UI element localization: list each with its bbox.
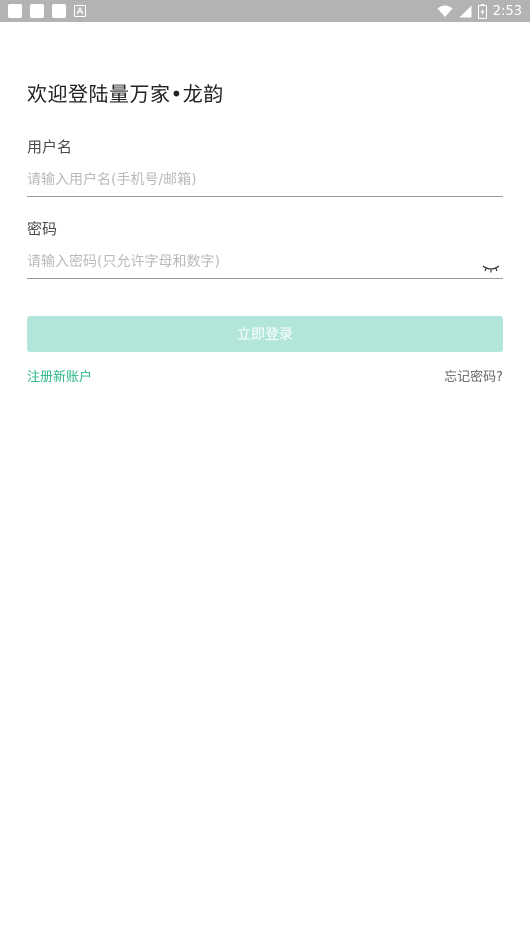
page-title: 欢迎登陆量万家•龙韵 [27, 82, 224, 106]
forgot-password-link[interactable]: 忘记密码? [444, 366, 503, 385]
notification-square-icon [30, 4, 44, 18]
wifi-icon [437, 5, 453, 18]
password-visibility-toggle[interactable] [481, 259, 501, 275]
signal-icon [459, 5, 472, 18]
notification-square-icon [8, 4, 22, 18]
eye-closed-icon [482, 258, 500, 277]
register-link[interactable]: 注册新账户 [27, 366, 92, 385]
password-input[interactable] [27, 245, 503, 279]
status-time: 2:53 [492, 3, 522, 19]
password-label: 密码 [27, 220, 58, 238]
status-bar: 2:53 [0, 0, 530, 22]
notification-area [8, 4, 86, 18]
battery-icon [477, 3, 487, 19]
username-label: 用户名 [27, 138, 73, 156]
notification-square-icon [52, 4, 66, 18]
login-button[interactable]: 立即登录 [27, 316, 503, 352]
username-input[interactable] [27, 163, 503, 197]
notification-a-icon [74, 5, 86, 17]
system-status-area: 2:53 [437, 3, 522, 19]
